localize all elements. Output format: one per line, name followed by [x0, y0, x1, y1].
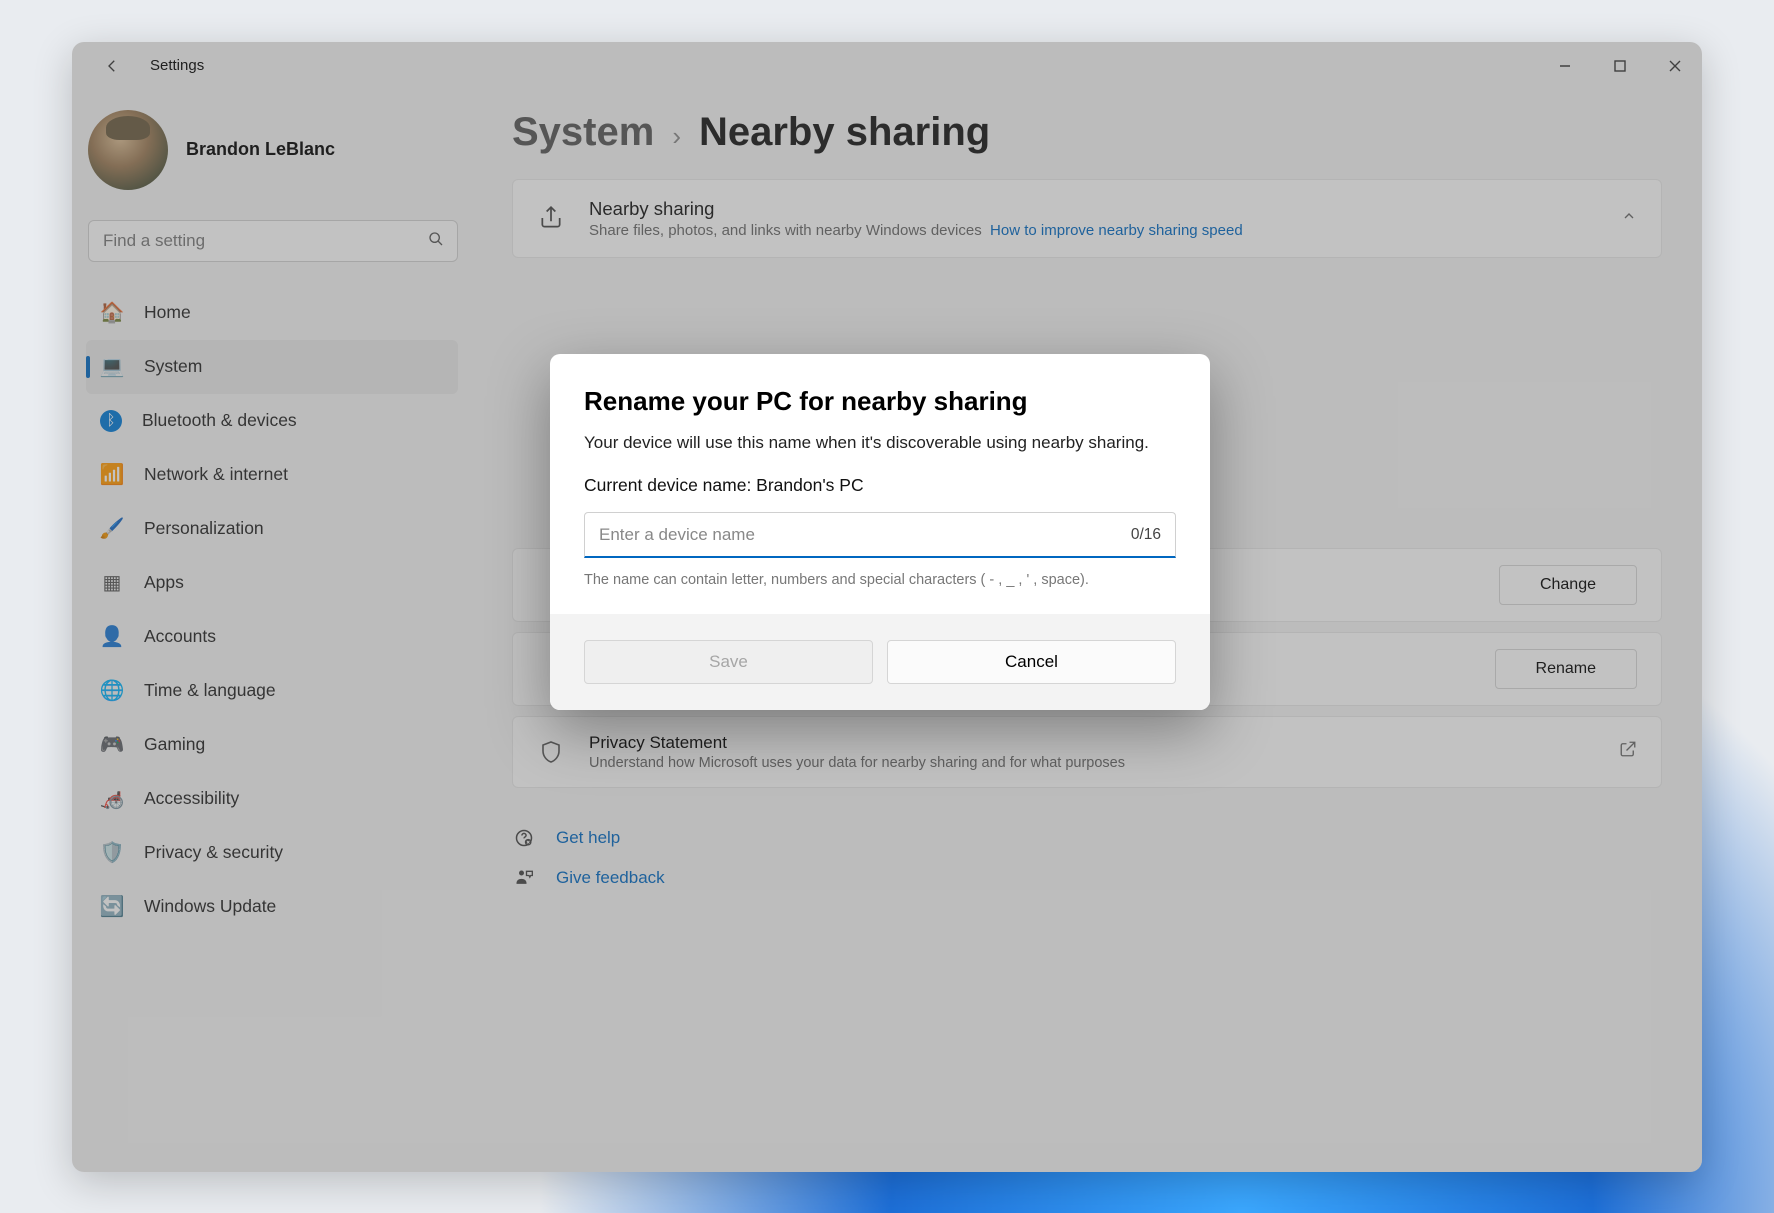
rename-pc-dialog: Rename your PC for nearby sharing Your d…: [550, 354, 1210, 711]
char-counter: 0/16: [1131, 526, 1161, 544]
dialog-actions: Save Cancel: [550, 614, 1210, 710]
device-name-input-wrap: 0/16: [584, 512, 1176, 558]
dialog-title: Rename your PC for nearby sharing: [584, 386, 1176, 417]
device-name-input[interactable]: [599, 525, 1131, 545]
dialog-description: Your device will use this name when it's…: [584, 431, 1176, 456]
cancel-button[interactable]: Cancel: [887, 640, 1176, 684]
save-button[interactable]: Save: [584, 640, 873, 684]
input-hint: The name can contain letter, numbers and…: [584, 570, 1176, 590]
settings-window: Settings Brandon LeBlanc 🏠Home 💻System: [72, 42, 1702, 1172]
current-device-name: Current device name: Brandon's PC: [584, 475, 1176, 496]
